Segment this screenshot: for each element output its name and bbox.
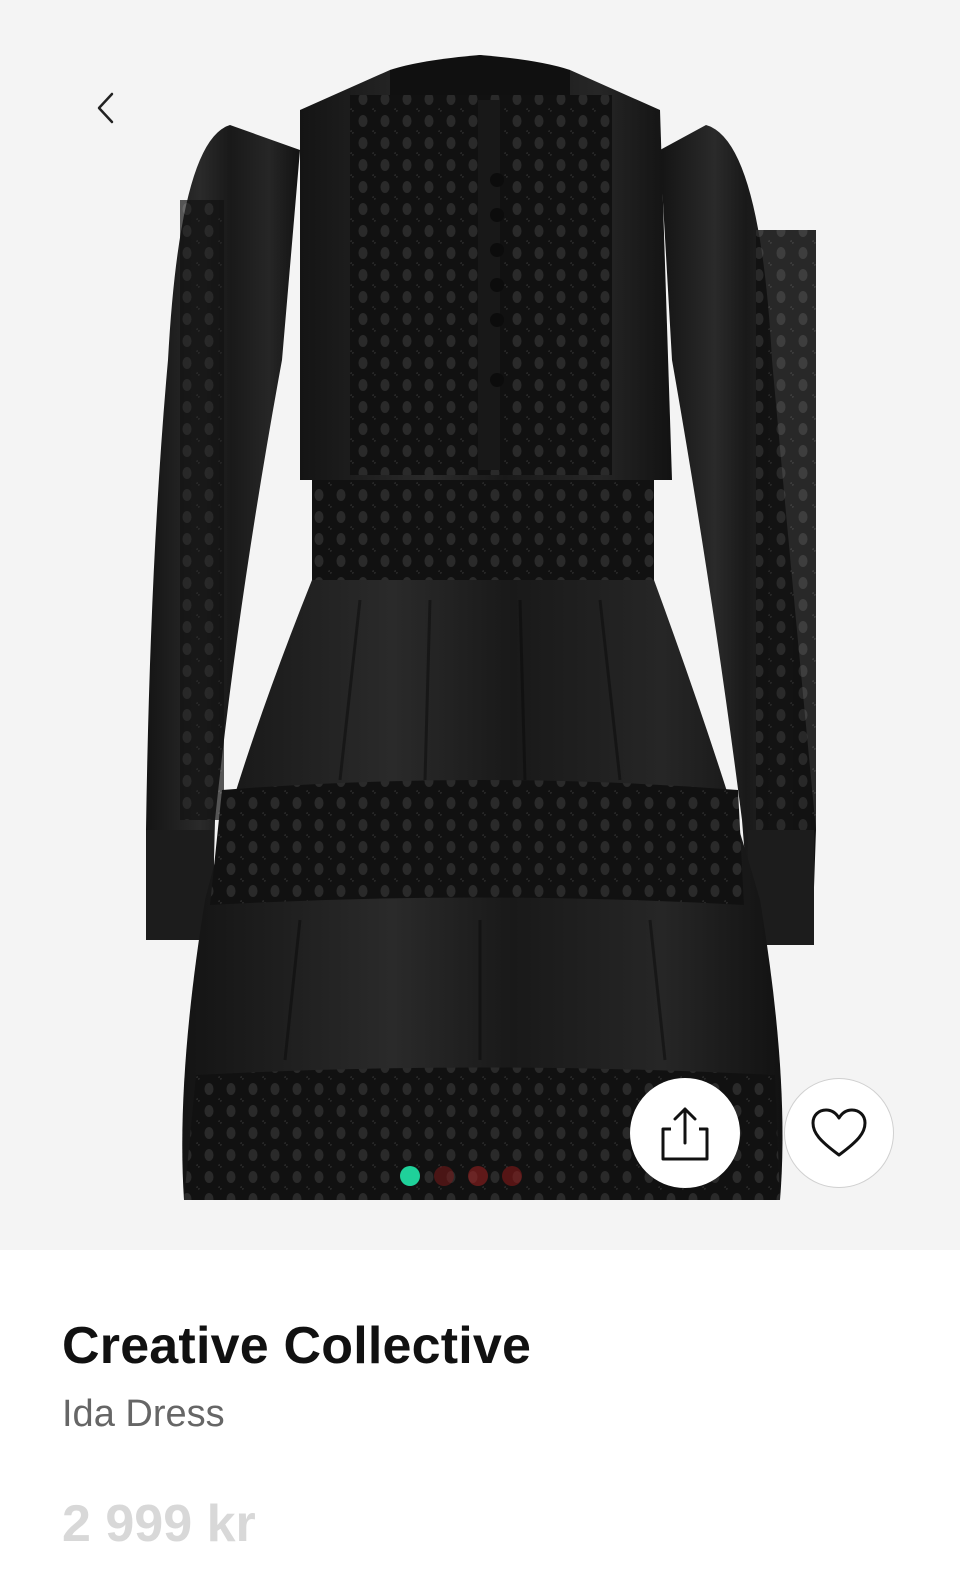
product-name: Ida Dress [62,1393,225,1435]
share-button[interactable] [630,1078,740,1188]
brand-name: Creative Collective [62,1317,532,1375]
wishlist-button[interactable] [784,1078,894,1188]
product-image [146,55,816,1200]
pagination-dot[interactable] [468,1166,488,1186]
heart-icon [811,1108,867,1157]
pagination-dot[interactable] [434,1166,454,1186]
pagination-dot[interactable] [502,1166,522,1186]
product-info: Creative Collective Ida Dress [62,1310,531,1438]
product-gallery[interactable] [0,0,960,1250]
back-button[interactable] [82,84,130,132]
share-icon [661,1107,709,1161]
gallery-pagination [400,1166,522,1186]
chevron-left-icon [97,92,114,124]
pagination-dot[interactable] [400,1166,420,1186]
product-price: 2 999 kr [62,1495,256,1553]
